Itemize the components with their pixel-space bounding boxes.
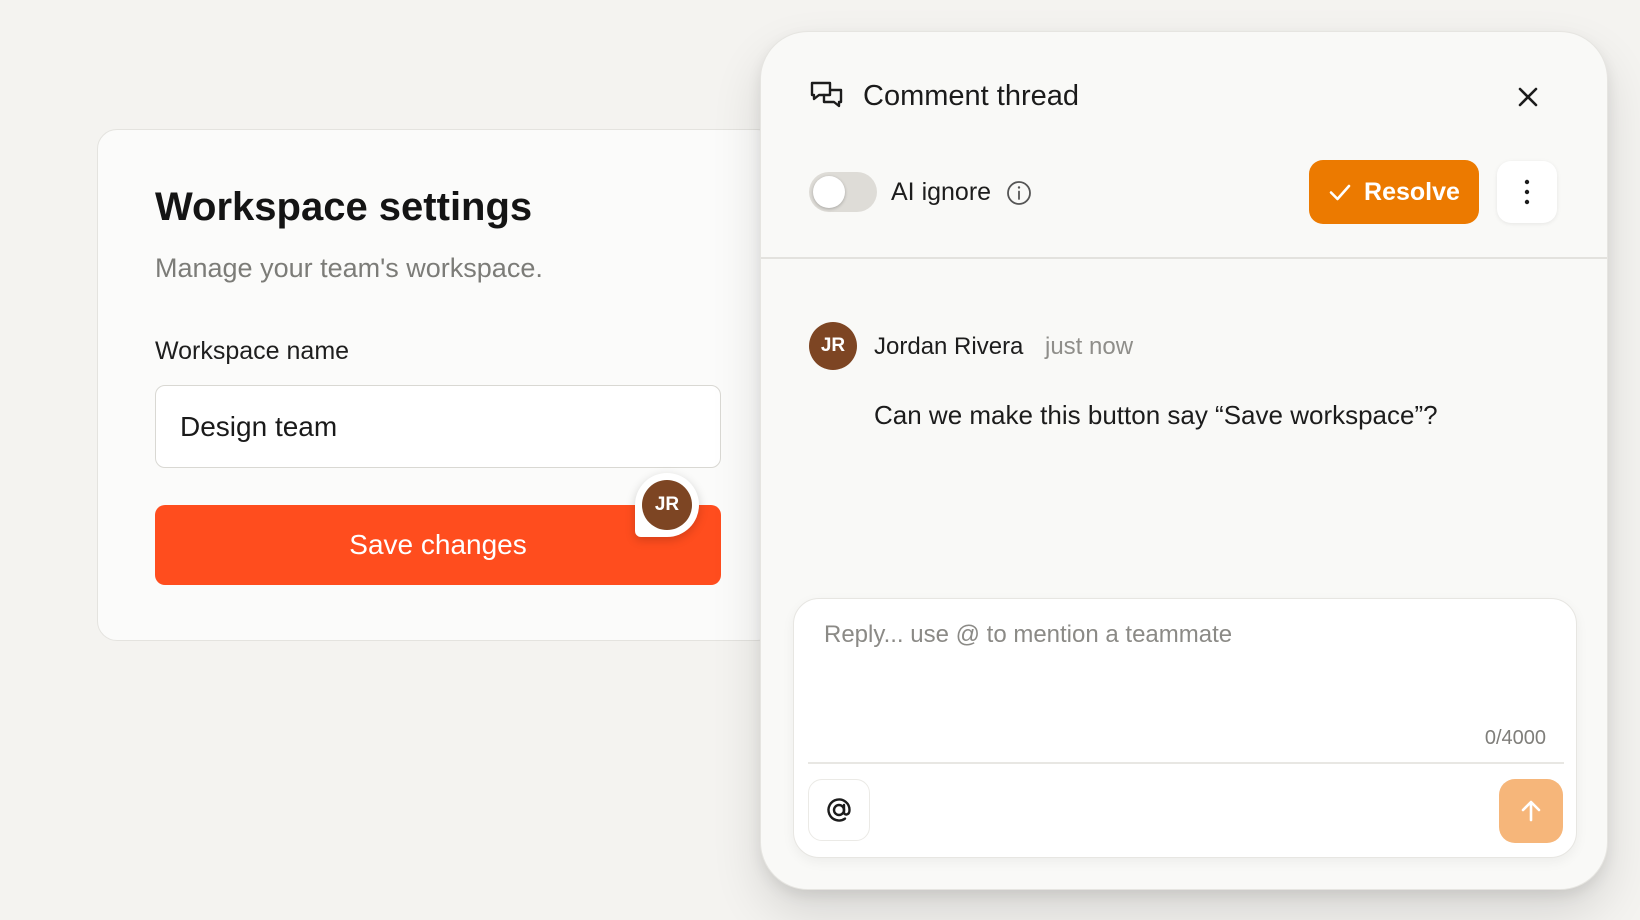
close-icon [1518,87,1538,107]
resolve-button[interactable]: Resolve [1309,160,1479,224]
comment-body: Can we make this button say “Save worksp… [874,400,1438,430]
workspace-name-input[interactable] [155,385,721,468]
at-sign-icon [827,798,851,822]
workspace-name-label: Workspace name [155,337,350,365]
workspace-settings-card: Workspace settings Manage your team's wo… [97,129,777,641]
info-icon[interactable] [1006,180,1032,206]
avatar: JR [809,322,857,370]
chat-bubbles-icon [810,81,843,108]
header-divider [761,257,1607,259]
reply-composer: 0/4000 [793,598,1577,858]
mention-button[interactable] [808,779,870,841]
resolve-label: Resolve [1364,177,1460,206]
character-count: 0/4000 [1484,727,1546,749]
page-subtitle: Manage your team's workspace. [155,253,543,283]
more-options-button[interactable] [1497,161,1557,223]
pin-avatar: JR [642,480,692,530]
send-button[interactable] [1499,779,1563,843]
app-stage: Workspace settings Manage your team's wo… [0,0,1640,920]
comment-author: Jordan Rivera [874,333,1024,360]
check-icon [1329,184,1351,201]
close-button[interactable] [1511,80,1545,114]
comment-pin[interactable]: JR [635,473,699,537]
reply-input[interactable] [824,621,1544,721]
comment-thread-panel: Comment thread AI ignore Resolve JR Jord… [760,31,1608,890]
arrow-up-icon [1521,800,1541,822]
comment-timestamp: just now [1045,333,1134,360]
ai-ignore-toggle[interactable] [809,172,877,212]
more-vertical-icon [1524,179,1530,205]
thread-title: Comment thread [863,80,1079,112]
toggle-knob [813,176,845,208]
ai-ignore-label: AI ignore [891,178,992,206]
composer-divider [808,762,1564,764]
page-title: Workspace settings [155,185,533,229]
